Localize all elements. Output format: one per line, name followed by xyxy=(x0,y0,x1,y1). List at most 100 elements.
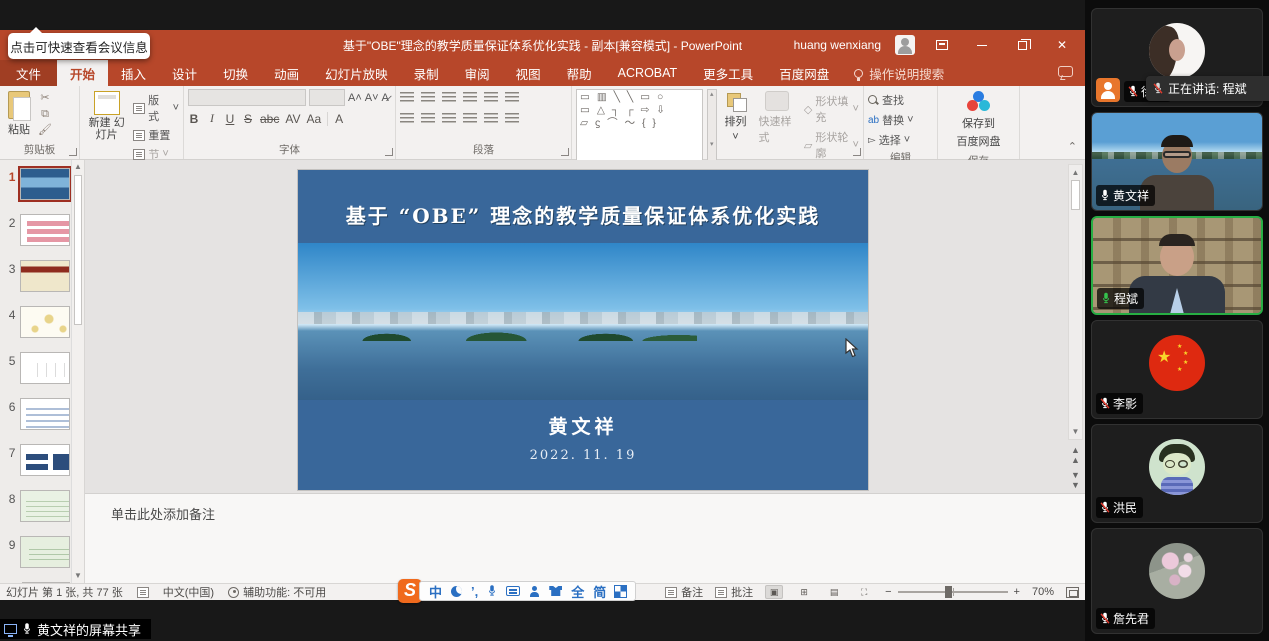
collapse-ribbon-chevron-icon[interactable]: ⌃ xyxy=(1068,140,1077,153)
notes-toggle-button[interactable]: 备注 xyxy=(665,584,703,600)
thumbnail-scrollbar[interactable]: ▲ ▼ xyxy=(71,160,84,583)
save-to-baidu-button[interactable]: 保存到 百度网盘 xyxy=(953,89,1005,151)
tab-view[interactable]: 视图 xyxy=(503,60,554,86)
zoom-slider-handle[interactable] xyxy=(945,586,952,598)
meeting-info-tooltip[interactable]: 点击可快速查看会议信息 xyxy=(8,33,150,59)
tab-transitions[interactable]: 切换 xyxy=(210,60,261,86)
spell-check-icon[interactable] xyxy=(137,587,149,598)
tell-me-search[interactable]: 操作说明搜索 xyxy=(842,60,956,86)
shape-fill-button[interactable]: ◇ 形状填充 ˅ xyxy=(804,93,859,125)
ime-fullwidth[interactable]: 全 xyxy=(571,582,584,601)
ime-voice-mic-icon[interactable] xyxy=(487,584,497,598)
new-slide-button[interactable]: 新建 幻灯片 xyxy=(84,89,129,162)
next-slide-button[interactable]: ▼▼ xyxy=(1071,470,1080,490)
slide-thumbnail-3[interactable]: 3 xyxy=(4,260,70,292)
align-center-icon[interactable] xyxy=(421,113,435,125)
close-button[interactable]: ✕ xyxy=(1049,34,1075,56)
accessibility-status[interactable]: 辅助功能: 不可用 xyxy=(228,584,326,600)
reading-view-button[interactable]: ▤ xyxy=(825,585,843,599)
slide-thumbnail-4[interactable]: 4 xyxy=(4,306,70,338)
tab-baidu-netdisk[interactable]: 百度网盘 xyxy=(766,60,842,86)
zoom-out-button[interactable]: − xyxy=(885,586,891,598)
increase-indent-icon[interactable] xyxy=(463,92,477,104)
format-painter-icon[interactable]: 🖌 xyxy=(38,124,52,137)
participant-tile-zhanxianjun[interactable]: 詹先君 xyxy=(1091,528,1263,634)
strikethrough-button[interactable]: S xyxy=(242,112,254,126)
drawing-dialog-launcher[interactable] xyxy=(853,148,861,156)
clear-formatting-button[interactable]: A̷ xyxy=(382,92,389,104)
reset-button[interactable]: 重置 xyxy=(133,127,179,143)
slide-thumbnail-2[interactable]: 2 xyxy=(4,214,70,246)
tab-slideshow[interactable]: 幻灯片放映 xyxy=(312,60,401,86)
tab-more-tools[interactable]: 更多工具 xyxy=(690,60,766,86)
tab-home[interactable]: 开始 xyxy=(57,60,108,86)
zoom-percentage[interactable]: 70% xyxy=(1032,586,1054,598)
cut-icon[interactable]: ✂ xyxy=(38,92,52,105)
scroll-up-icon[interactable]: ▲ xyxy=(72,160,84,174)
slide-sorter-view-button[interactable]: ⊞ xyxy=(795,585,813,599)
bold-button[interactable]: B xyxy=(188,112,200,126)
clipboard-dialog-launcher[interactable] xyxy=(69,148,77,156)
restore-button[interactable] xyxy=(1009,34,1035,56)
account-avatar-icon[interactable] xyxy=(895,35,915,55)
replace-button[interactable]: ab替换 ˅ xyxy=(868,112,933,128)
text-direction-icon[interactable] xyxy=(505,92,519,104)
grow-font-button[interactable]: A˄ xyxy=(348,92,362,104)
slide-thumbnail-6[interactable]: 6 xyxy=(4,398,70,430)
comments-toggle-button[interactable]: 批注 xyxy=(715,584,753,600)
shape-outline-button[interactable]: ▱ 形状轮廓 ˅ xyxy=(804,129,859,161)
slideshow-view-button[interactable]: ⛶ xyxy=(855,585,873,599)
tab-review[interactable]: 审阅 xyxy=(452,60,503,86)
copy-icon[interactable]: ⧉ xyxy=(38,108,52,121)
tab-animations[interactable]: 动画 xyxy=(261,60,312,86)
participant-tile-hongmin[interactable]: 洪民 xyxy=(1091,424,1263,523)
numbering-icon[interactable] xyxy=(421,92,435,104)
justify-icon[interactable] xyxy=(463,113,477,125)
slide-thumbnail-5[interactable]: 5 xyxy=(4,352,70,384)
select-button[interactable]: ▻选择 ˅ xyxy=(868,132,933,148)
find-button[interactable]: 查找 xyxy=(868,92,933,108)
scroll-up-icon[interactable]: ▲ xyxy=(1069,165,1082,180)
notes-pane[interactable]: 单击此处添加备注 xyxy=(85,493,1085,583)
ime-soft-keyboard-icon[interactable] xyxy=(506,586,520,596)
font-color-button[interactable]: A xyxy=(327,112,343,126)
ime-account-icon[interactable] xyxy=(529,586,540,597)
participant-tile-huangwenxiang[interactable]: 黄文祥 xyxy=(1091,112,1263,211)
scroll-down-icon[interactable]: ▼ xyxy=(1069,424,1082,439)
slide-thumbnail-8[interactable]: 8 xyxy=(4,490,70,522)
ime-toolbox-icon[interactable] xyxy=(615,586,626,597)
align-right-icon[interactable] xyxy=(442,113,456,125)
normal-view-button[interactable]: ▣ xyxy=(765,585,783,599)
underline-button[interactable]: U xyxy=(224,112,236,126)
scrollbar-thumb[interactable] xyxy=(74,175,82,325)
participant-tile-chengbin[interactable]: 程斌 xyxy=(1091,216,1263,315)
ime-punctuation[interactable]: ’, xyxy=(471,584,478,599)
italic-button[interactable]: I xyxy=(206,111,218,126)
line-spacing-icon[interactable] xyxy=(484,92,498,104)
layout-button[interactable]: 版式 ˅ xyxy=(133,92,179,124)
slide-thumbnail-1[interactable]: 1 xyxy=(4,168,70,200)
ime-mode-chinese[interactable]: 中 xyxy=(429,582,442,601)
font-size-combo[interactable] xyxy=(309,89,345,106)
columns-icon[interactable] xyxy=(484,113,498,125)
scroll-down-icon[interactable]: ▼ xyxy=(72,569,84,583)
tab-insert[interactable]: 插入 xyxy=(108,60,159,86)
tab-file[interactable]: 文件 xyxy=(0,60,57,86)
zoom-in-button[interactable]: + xyxy=(1014,586,1020,598)
screen-share-badge[interactable]: 黄文祥的屏幕共享 xyxy=(0,619,151,639)
ime-fullhalf-moon-icon[interactable] xyxy=(451,586,462,597)
slide-thumbnail-7[interactable]: 7 xyxy=(4,444,70,476)
previous-slide-button[interactable]: ▲▲ xyxy=(1071,445,1080,465)
text-shadow-button[interactable]: abc xyxy=(260,112,279,126)
decrease-indent-icon[interactable] xyxy=(442,92,456,104)
comments-bubble-icon[interactable] xyxy=(1058,66,1073,77)
slide-thumbnail-9[interactable]: 9 xyxy=(4,536,70,568)
paste-button[interactable]: 粘贴 xyxy=(4,89,34,140)
ime-skin-icon[interactable] xyxy=(549,586,562,596)
font-dialog-launcher[interactable] xyxy=(385,148,393,156)
slide-canvas[interactable]: 基于 “OBE” 理念的教学质量保证体系优化实践 黄文祥 2022. 11. 1… xyxy=(298,170,868,490)
tab-record[interactable]: 录制 xyxy=(401,60,452,86)
align-left-icon[interactable] xyxy=(400,113,414,125)
smartart-convert-icon[interactable] xyxy=(505,113,519,125)
zoom-slider[interactable] xyxy=(898,591,1008,593)
